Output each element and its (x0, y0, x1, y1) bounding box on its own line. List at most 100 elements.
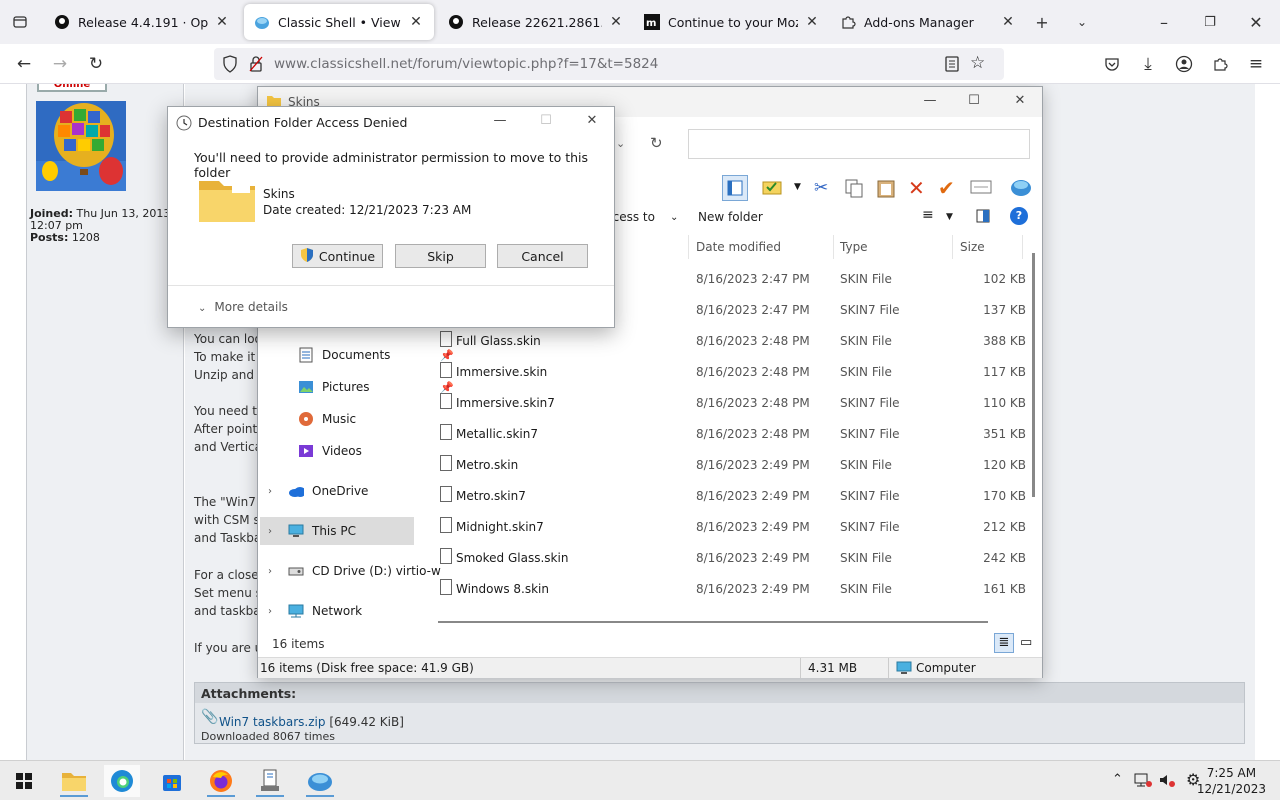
chevron-right-icon[interactable]: › (268, 526, 272, 537)
file-row[interactable]: Full Glass.skin 8/16/2023 2:48 PM SKIN Fil… (434, 325, 1030, 356)
close-icon[interactable]: ✕ (408, 14, 424, 30)
firefox-icon[interactable] (203, 765, 239, 797)
minimize-icon[interactable]: — (918, 93, 942, 111)
download-icon[interactable]: ⤓ (1136, 52, 1160, 76)
chevron-down-icon[interactable]: ▼ (794, 182, 801, 192)
vertical-scrollbar[interactable] (1032, 253, 1035, 497)
maximize-icon[interactable]: ☐ (962, 93, 986, 111)
classic-shell-icon[interactable] (1010, 177, 1032, 200)
browser-tab-3[interactable]: m Continue to your Mozilla ✕ (634, 4, 830, 40)
refresh-icon[interactable]: ↻ (650, 134, 663, 152)
properties-check-icon[interactable]: ✔ (938, 176, 955, 200)
browser-tab-0[interactable]: Release 4.4.191 · Open-Sh ✕ (44, 4, 240, 40)
file-row[interactable]: Metallic.skin7 8/16/2023 2:48 PM SKIN7 Fil… (434, 418, 1030, 449)
chevron-down-icon[interactable]: ⌄ (1070, 10, 1094, 34)
url-bar[interactable]: www.classicshell.net/forum/viewtopic.php… (214, 48, 1004, 80)
navigation-pane-icon[interactable] (722, 175, 748, 201)
new-tab-icon[interactable]: + (1030, 10, 1054, 34)
taskbar-clock[interactable]: 7:25 AM 12/21/2023 (1197, 765, 1266, 797)
column-size[interactable]: Size (960, 240, 985, 254)
copy-icon[interactable] (844, 178, 864, 201)
network-icon[interactable] (1134, 772, 1152, 792)
minimize-icon[interactable]: – (1152, 10, 1176, 34)
nav-item[interactable]: › CD Drive (D:) virtio-w (268, 557, 441, 585)
file-row[interactable]: Smoked Glass.skin 8/16/2023 2:49 PM SKIN F… (434, 542, 1030, 573)
column-separator[interactable] (688, 235, 689, 259)
cut-icon[interactable]: ✂ (814, 178, 828, 198)
file-row[interactable]: Metro.skin7 8/16/2023 2:49 PM SKIN7 File 17… (434, 480, 1030, 511)
more-details-toggle[interactable]: ⌄ More details (198, 300, 288, 314)
explorer-search-box[interactable] (688, 129, 1030, 159)
file-row[interactable]: Windows 8.skin 8/16/2023 2:49 PM SKIN File… (434, 573, 1030, 604)
close-window-icon[interactable]: ✕ (1244, 10, 1268, 34)
chevron-right-icon[interactable]: › (268, 566, 272, 577)
close-icon[interactable]: ✕ (1008, 93, 1032, 111)
url-text[interactable]: www.classicshell.net/forum/viewtopic.php… (274, 56, 658, 72)
file-row[interactable]: Metro.skin 8/16/2023 2:49 PM SKIN File 120 … (434, 449, 1030, 480)
delete-icon[interactable]: ✕ (908, 176, 925, 200)
file-row[interactable]: Immersive.skin7 8/16/2023 2:48 PM SKIN7 Fi… (434, 387, 1030, 418)
pocket-icon[interactable] (1100, 52, 1124, 76)
menu-icon[interactable]: ≡ (1244, 52, 1268, 76)
chevron-down-icon[interactable]: ⌄ (616, 137, 625, 150)
view-options-icon[interactable]: ≡ (922, 207, 934, 223)
reader-view-icon[interactable] (944, 55, 960, 76)
browser-tab-4[interactable]: Add-ons Manager ✕ (830, 4, 1026, 40)
column-separator[interactable] (952, 235, 953, 259)
column-separator[interactable] (833, 235, 834, 259)
column-date-modified[interactable]: Date modified (696, 240, 781, 254)
chevron-down-icon[interactable]: ⌄ (670, 212, 678, 223)
nav-item[interactable]: › OneDrive (268, 477, 368, 505)
new-folder-button[interactable]: New folder (698, 210, 763, 224)
column-type[interactable]: Type (840, 240, 868, 254)
close-icon[interactable]: ✕ (608, 14, 624, 30)
attachment-name[interactable]: Win7 taskbars.zip (219, 715, 325, 729)
preview-pane-icon[interactable] (976, 209, 990, 226)
email-icon[interactable] (970, 179, 992, 198)
account-icon[interactable] (1172, 52, 1196, 76)
tab-list-icon[interactable] (8, 10, 32, 34)
edge-icon[interactable] (104, 765, 140, 797)
nav-item[interactable]: › Network (268, 597, 362, 625)
back-icon[interactable]: ← (12, 52, 36, 76)
chevron-up-icon[interactable]: ⌃ (1112, 772, 1123, 787)
close-icon[interactable]: ✕ (804, 14, 820, 30)
classic-shell-icon[interactable] (302, 765, 338, 797)
windows-start-icon[interactable] (6, 765, 42, 797)
nav-item[interactable]: Videos (298, 437, 362, 465)
installer-icon[interactable] (252, 765, 288, 797)
reload-icon[interactable]: ↻ (84, 52, 108, 76)
column-separator[interactable] (1022, 235, 1023, 259)
extensions-icon[interactable] (1208, 52, 1232, 76)
nav-item[interactable]: Pictures 📌 (298, 373, 454, 401)
bookmark-star-icon[interactable]: ☆ (970, 53, 985, 73)
cancel-button[interactable]: Cancel (497, 244, 588, 268)
nav-item[interactable]: Documents 📌 (298, 341, 454, 369)
close-icon[interactable]: ✕ (214, 14, 230, 30)
details-view-icon[interactable]: ≣ (994, 633, 1014, 653)
select-check-icon[interactable] (762, 178, 784, 199)
minimize-icon[interactable]: — (488, 113, 512, 131)
chevron-right-icon[interactable]: › (268, 486, 272, 497)
help-icon[interactable]: ? (1010, 207, 1028, 225)
chevron-down-icon[interactable]: ▼ (946, 212, 953, 222)
shield-icon[interactable] (222, 55, 238, 76)
close-icon[interactable]: ✕ (580, 113, 604, 131)
file-row[interactable]: Midnight.skin7 8/16/2023 2:49 PM SKIN7 Fil… (434, 511, 1030, 542)
close-icon[interactable]: ✕ (1000, 14, 1016, 30)
forward-icon[interactable]: → (48, 52, 72, 76)
horizontal-scrollbar[interactable] (438, 621, 988, 623)
large-icons-view-icon[interactable]: ▭ (1020, 635, 1032, 650)
insecure-lock-icon[interactable] (248, 55, 264, 76)
continue-button[interactable]: Continue (292, 244, 383, 268)
volume-icon[interactable] (1158, 772, 1176, 792)
file-row[interactable]: Immersive.skin 8/16/2023 2:48 PM SKIN File… (434, 356, 1030, 387)
browser-tab-1[interactable]: Classic Shell • View topic ✕ (244, 4, 434, 40)
restore-icon[interactable]: ❐ (1198, 10, 1222, 34)
attachment-link[interactable]: Win7 taskbars.zip [649.42 KiB] (219, 715, 404, 729)
browser-tab-2[interactable]: Release 22621.2861.62.1 · ✕ (438, 4, 634, 40)
paste-icon[interactable] (876, 178, 896, 201)
nav-item[interactable]: Music (298, 405, 356, 433)
store-icon[interactable] (154, 765, 190, 797)
chevron-right-icon[interactable]: › (268, 606, 272, 617)
